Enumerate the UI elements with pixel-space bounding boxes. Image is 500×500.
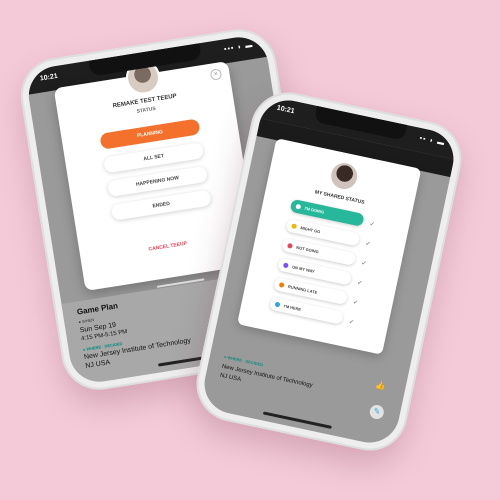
status-dot <box>295 203 302 210</box>
check-icon: ✓ <box>369 221 376 229</box>
status-label: RUNNING LATE <box>287 283 318 295</box>
status-time: 10:21 <box>39 72 59 83</box>
status-label: ON MY WAY <box>291 264 316 274</box>
close-icon[interactable]: × <box>209 68 223 81</box>
status-label: I'M HERE <box>283 303 302 312</box>
check-icon: ✓ <box>364 241 372 248</box>
status-dot <box>274 301 281 308</box>
status-dot <box>287 242 293 249</box>
signal-icon: ▪▪▪ ◗ ▬ <box>223 41 254 54</box>
location-region: NJ USA <box>219 372 242 383</box>
check-icon: ✓ <box>356 280 363 288</box>
thumbs-up-icon[interactable]: 👍 <box>375 380 387 391</box>
status-label: I'M GOING <box>304 205 325 215</box>
status-time: 10:21 <box>276 104 296 116</box>
status-dot <box>278 281 285 288</box>
signal-icon: ▪▪ ◗ ▬ <box>418 134 446 148</box>
status-label: MIGHT GO <box>299 225 321 235</box>
status-label: NOT GOING <box>295 244 320 255</box>
check-icon: ✓ <box>360 260 367 268</box>
home-indicator <box>262 411 332 429</box>
avatar <box>328 160 360 192</box>
check-icon: ✓ <box>352 299 359 307</box>
status-dot <box>291 223 298 230</box>
edit-icon[interactable]: ✎ <box>368 403 386 421</box>
status-dot <box>282 262 289 269</box>
shared-status-card: MY SHARED STATUS I'M GOING ✓ MIGHT GO ✓ … <box>237 138 422 355</box>
check-icon: ✓ <box>348 319 355 327</box>
